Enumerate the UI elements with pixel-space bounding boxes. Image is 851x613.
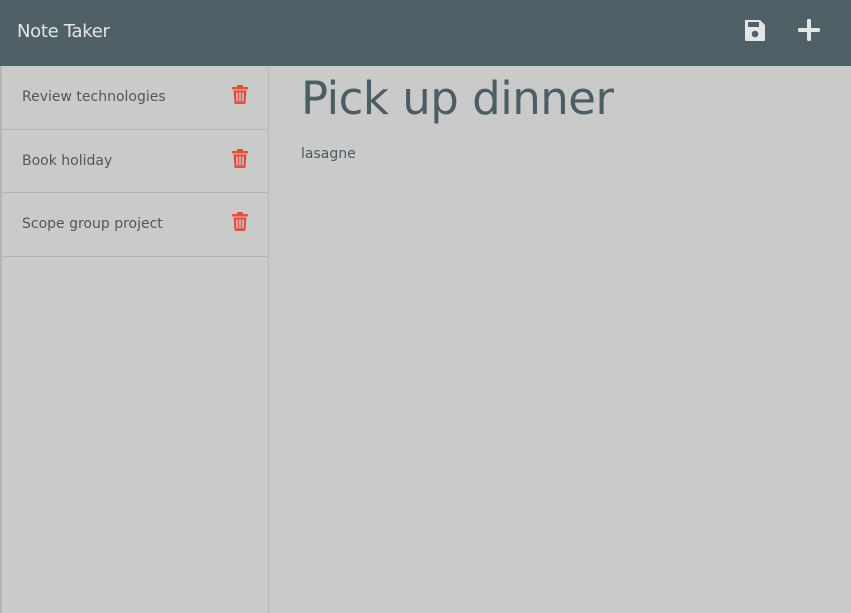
note-list-item[interactable]: Book holiday: [2, 130, 268, 193]
navbar: Note Taker: [0, 0, 851, 66]
app-title[interactable]: Note Taker: [17, 0, 110, 66]
trash-icon[interactable]: [232, 85, 248, 104]
note-title-input[interactable]: Pick up dinner: [301, 72, 614, 125]
note-item-label: Book holiday: [22, 152, 113, 169]
trash-icon[interactable]: [232, 148, 248, 168]
note-list-item[interactable]: Scope group project: [2, 193, 268, 257]
trash-icon[interactable]: [232, 212, 248, 231]
note-list-item[interactable]: Review technologies: [2, 66, 268, 130]
save-icon[interactable]: [742, 17, 768, 43]
note-item-label: Review technologies: [22, 89, 166, 105]
note-body-textarea[interactable]: lasagne: [301, 146, 356, 162]
note-item-label: Scope group project: [22, 216, 163, 232]
plus-icon[interactable]: [796, 17, 822, 43]
note-editor: Pick up dinner lasagne: [269, 66, 851, 613]
notes-sidebar: Review technologies Book holiday Scope g…: [0, 66, 269, 613]
